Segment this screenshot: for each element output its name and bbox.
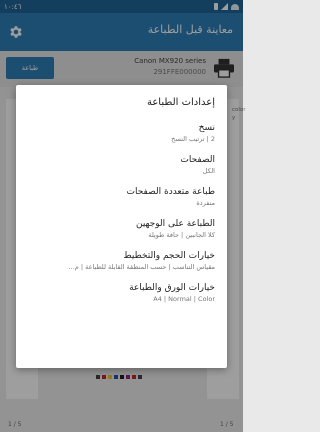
setting-title: طباعة متعددة الصفحات xyxy=(126,187,216,197)
setting-summary: كلا الجانبين | حافة طويلة xyxy=(148,231,215,239)
print-settings-dialog: إعدادات الطباعة نسخ 2 | ترتيب النسخ الصف… xyxy=(16,85,227,368)
setting-pages[interactable]: الصفحات الكل xyxy=(28,154,215,176)
setting-summary: مقياس التناسب | حسب المنطقة القابلة للطب… xyxy=(68,263,215,271)
setting-title: الصفحات xyxy=(180,155,215,165)
setting-summary: A4 | Normal | Color xyxy=(153,295,215,303)
setting-duplex[interactable]: الطباعة على الوجهين كلا الجانبين | حافة … xyxy=(28,218,215,240)
dialog-title: إعدادات الطباعة xyxy=(146,97,215,108)
setting-summary: 2 | ترتيب النسخ xyxy=(171,135,215,143)
setting-title: خيارات الورق والطباعة xyxy=(129,283,215,293)
setting-paper-print[interactable]: خيارات الورق والطباعة A4 | Normal | Colo… xyxy=(28,282,215,304)
setting-title: الطباعة على الوجهين xyxy=(135,219,215,229)
setting-summary: الكل xyxy=(202,167,215,175)
setting-title: خيارات الحجم والتخطيط xyxy=(123,251,215,261)
setting-multi-page[interactable]: طباعة متعددة الصفحات منفردة xyxy=(28,186,216,208)
setting-size-layout[interactable]: خيارات الحجم والتخطيط مقياس التناسب | حس… xyxy=(28,250,215,272)
setting-title: نسخ xyxy=(198,123,215,133)
setting-summary: منفردة xyxy=(196,199,215,207)
setting-copies[interactable]: نسخ 2 | ترتيب النسخ xyxy=(28,122,215,144)
